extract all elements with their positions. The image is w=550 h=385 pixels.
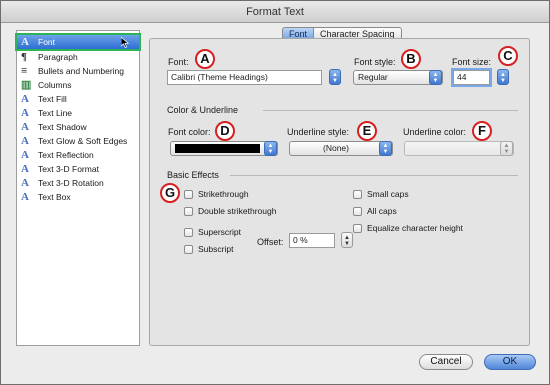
sidebar-item-font[interactable]: A Font — [15, 33, 141, 51]
sidebar-item-label: Font — [38, 37, 56, 47]
font-name-dropdown-button[interactable]: ▲ ▼ — [329, 69, 341, 85]
sidebar-item-columns[interactable]: ▥ Columns — [17, 78, 139, 92]
callout-badge-f: F — [472, 121, 492, 141]
font-style-label: Font style: — [354, 57, 396, 67]
category-sidebar: A Font ¶ Paragraph ≡ Bullets and Numberi… — [15, 30, 141, 346]
double-strikethrough-label: Double strikethrough — [198, 206, 277, 216]
small-caps-label: Small caps — [367, 189, 409, 199]
text-3d-format-icon: A — [21, 162, 29, 175]
chevron-updown-icon: ▲ ▼ — [500, 141, 513, 156]
chevron-updown-icon: ▲ ▼ — [429, 70, 442, 85]
font-style-value: Regular — [358, 72, 388, 82]
equalize-height-checkbox[interactable] — [353, 223, 362, 233]
double-strikethrough-checkbox[interactable] — [184, 206, 193, 216]
strikethrough-option[interactable]: Strikethrough — [184, 189, 249, 199]
offset-field[interactable]: 0 % — [289, 233, 335, 248]
all-caps-label: All caps — [367, 206, 397, 216]
sidebar-item-text-3d-rotation[interactable]: A Text 3-D Rotation — [17, 176, 139, 190]
color-underline-section-title: Color & Underline — [167, 105, 239, 115]
all-caps-option[interactable]: All caps — [353, 206, 397, 216]
chevron-updown-icon: ▲ ▼ — [264, 141, 277, 156]
ok-button[interactable]: OK — [484, 354, 536, 370]
text-line-icon: A — [21, 106, 29, 119]
font-style-dropdown[interactable]: Regular ▲ ▼ — [353, 70, 443, 85]
callout-badge-a: A — [195, 49, 215, 69]
strikethrough-checkbox[interactable] — [184, 189, 193, 199]
underline-color-dropdown[interactable]: ▲ ▼ — [404, 141, 514, 156]
font-name-field[interactable]: Calibri (Theme Headings) — [167, 70, 322, 85]
cancel-button[interactable]: Cancel — [419, 354, 473, 370]
mouse-cursor-icon — [121, 37, 129, 48]
offset-label: Offset: — [257, 237, 284, 247]
sidebar-item-label: Text Box — [38, 192, 71, 202]
callout-badge-g: G — [160, 183, 180, 203]
sidebar-item-label: Text Line — [38, 108, 73, 118]
font-label: Font: — [168, 57, 189, 67]
font-color-label: Font color: — [168, 127, 211, 137]
sidebar-item-label: Text Glow & Soft Edges — [38, 136, 128, 146]
underline-style-label: Underline style: — [287, 127, 350, 137]
superscript-label: Superscript — [198, 227, 241, 237]
section-divider — [230, 175, 518, 176]
font-icon: A — [21, 35, 29, 48]
sidebar-item-label: Bullets and Numbering — [38, 66, 124, 76]
font-settings-pane: Font: A Calibri (Theme Headings) ▲ ▼ Font… — [149, 38, 530, 346]
strikethrough-label: Strikethrough — [198, 189, 249, 199]
text-fill-icon: A — [21, 92, 29, 105]
sidebar-item-label: Text 3-D Format — [38, 164, 99, 174]
section-divider — [263, 110, 518, 111]
text-3d-rotation-icon: A — [21, 176, 29, 189]
sidebar-item-label: Paragraph — [38, 52, 78, 62]
basic-effects-section-title: Basic Effects — [167, 170, 219, 180]
sidebar-item-bullets-and-numbering[interactable]: ≡ Bullets and Numbering — [17, 64, 139, 78]
sidebar-item-paragraph[interactable]: ¶ Paragraph — [17, 50, 139, 64]
underline-style-dropdown[interactable]: (None) ▲ ▼ — [289, 141, 393, 156]
all-caps-checkbox[interactable] — [353, 206, 362, 216]
sidebar-item-text-reflection[interactable]: A Text Reflection — [17, 148, 139, 162]
small-caps-checkbox[interactable] — [353, 189, 362, 199]
sidebar-item-text-3d-format[interactable]: A Text 3-D Format — [17, 162, 139, 176]
text-box-icon: A — [21, 190, 29, 203]
equalize-height-label: Equalize character height — [367, 223, 463, 233]
callout-badge-e: E — [357, 121, 377, 141]
sidebar-item-label: Text 3-D Rotation — [38, 178, 104, 188]
underline-style-value: (None) — [323, 143, 349, 153]
offset-stepper[interactable]: ▲ ▼ — [341, 232, 353, 248]
sidebar-item-text-line[interactable]: A Text Line — [17, 106, 139, 120]
superscript-checkbox[interactable] — [184, 227, 193, 237]
font-size-field[interactable]: 44 — [451, 68, 492, 87]
subscript-label: Subscript — [198, 244, 234, 254]
sidebar-item-text-glow[interactable]: A Text Glow & Soft Edges — [17, 134, 139, 148]
subscript-checkbox[interactable] — [184, 244, 193, 254]
sidebar-item-label: Text Shadow — [38, 122, 87, 132]
superscript-option[interactable]: Superscript — [184, 227, 241, 237]
subscript-option[interactable]: Subscript — [184, 244, 233, 254]
sidebar-item-text-shadow[interactable]: A Text Shadow — [17, 120, 139, 134]
font-size-label: Font size: — [452, 57, 492, 67]
callout-badge-b: B — [401, 49, 421, 69]
font-color-swatch — [175, 144, 260, 153]
sidebar-item-label: Columns — [38, 80, 72, 90]
sidebar-item-text-fill[interactable]: A Text Fill — [17, 92, 139, 106]
small-caps-option[interactable]: Small caps — [353, 189, 409, 199]
font-size-stepper[interactable]: ▲ ▼ — [497, 69, 509, 85]
underline-color-label: Underline color: — [403, 127, 467, 137]
text-reflection-icon: A — [21, 148, 29, 161]
sidebar-item-label: Text Fill — [38, 94, 67, 104]
format-text-dialog: Format Text A Font ¶ Paragraph ≡ Bullets… — [0, 0, 550, 385]
chevron-updown-icon: ▲ ▼ — [379, 141, 392, 156]
text-shadow-icon: A — [21, 120, 29, 133]
columns-icon: ▥ — [21, 78, 32, 91]
bullets-icon: ≡ — [21, 64, 28, 77]
font-color-dropdown[interactable]: ▲ ▼ — [170, 141, 278, 156]
sidebar-item-label: Text Reflection — [38, 150, 94, 160]
sidebar-item-text-box[interactable]: A Text Box — [17, 190, 139, 204]
window-title: Format Text — [1, 1, 549, 23]
callout-badge-c: C — [498, 46, 518, 66]
paragraph-icon: ¶ — [21, 50, 27, 63]
double-strikethrough-option[interactable]: Double strikethrough — [184, 206, 276, 216]
equalize-height-option[interactable]: Equalize character height — [353, 223, 463, 233]
text-glow-icon: A — [21, 134, 29, 147]
callout-badge-d: D — [215, 121, 235, 141]
